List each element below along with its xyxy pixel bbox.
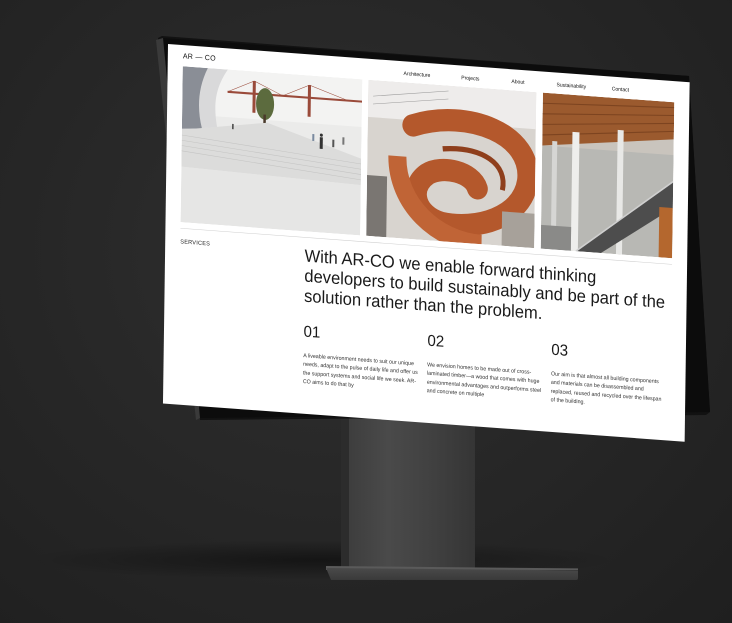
website-screen: AR — CO Architecture Projects About Sust… <box>162 44 690 442</box>
services-label: SERVICES <box>180 238 211 248</box>
step-text: Our aim is that almost all building comp… <box>550 370 662 406</box>
nav-sustainability[interactable]: Sustainability <box>557 82 587 90</box>
step-number: 01 <box>303 322 321 342</box>
step-text: A liveable environment needs to suit our… <box>302 352 418 389</box>
nav-architecture[interactable]: Architecture <box>404 71 431 79</box>
step-03: 03 Our aim is that almost all building c… <box>550 340 667 412</box>
staircase-photo <box>366 79 537 249</box>
step-02: 02 We envision homes to be made out of c… <box>426 331 543 403</box>
nav-projects[interactable]: Projects <box>461 75 479 82</box>
plaza-photo <box>180 66 363 236</box>
step-number: 02 <box>427 331 445 351</box>
atrium-photo <box>540 92 675 259</box>
site-logo[interactable]: AR — CO <box>183 51 216 62</box>
step-number: 03 <box>551 340 569 360</box>
step-text: We envision homes to be made out of cros… <box>426 361 542 398</box>
nav-contact[interactable]: Contact <box>612 86 629 93</box>
step-01: 01 A liveable environment needs to suit … <box>302 322 419 394</box>
nav-about[interactable]: About <box>511 79 524 86</box>
monitor-stand-edge <box>341 410 349 572</box>
services-headline: With AR-CO we enable forward thinking de… <box>303 245 666 323</box>
monitor-stand-neck <box>341 410 475 572</box>
